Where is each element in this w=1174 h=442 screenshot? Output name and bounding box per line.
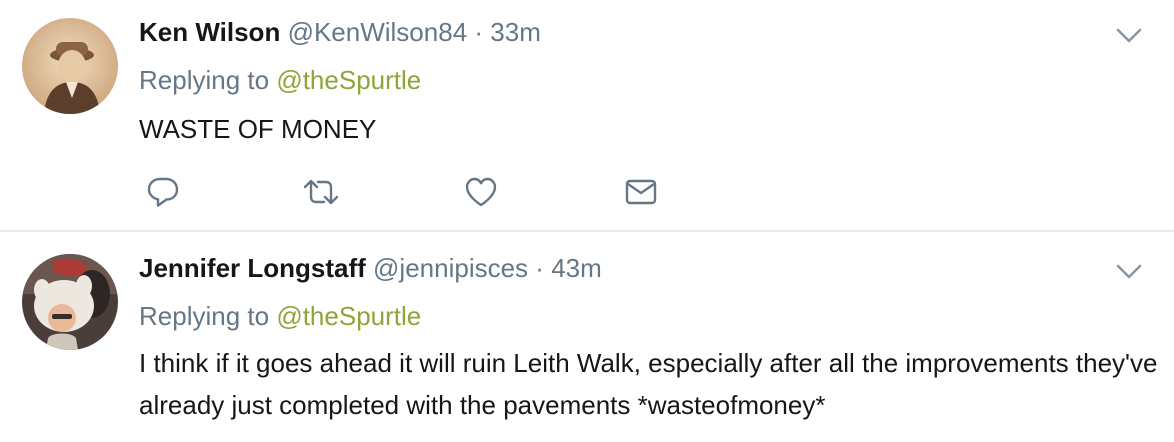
like-button[interactable] (461, 172, 501, 212)
avatar[interactable] (22, 18, 118, 114)
replying-to-mention[interactable]: @theSpurtle (276, 65, 421, 95)
retweet-button[interactable] (301, 172, 341, 212)
separator-dot: · (474, 17, 484, 47)
timestamp[interactable]: 43m (551, 253, 602, 283)
tweet-header: Jennifer Longstaff @jennipisces · 43m (139, 252, 602, 284)
avatar-photo (22, 254, 118, 350)
tweet-text: WASTE OF MONEY (139, 114, 377, 144)
envelope-icon (625, 179, 657, 205)
replying-to-line: Replying to @theSpurtle (139, 300, 421, 332)
separator-dot: · (535, 253, 544, 283)
replying-to-mention[interactable]: @theSpurtle (276, 301, 421, 331)
tweet-actions (139, 172, 699, 212)
replying-label: Replying to (139, 301, 270, 331)
avatar[interactable] (22, 254, 118, 350)
reply-button[interactable] (143, 172, 183, 212)
author-handle[interactable]: @KenWilson84 (288, 17, 468, 47)
retweet-icon (303, 179, 339, 205)
tweet[interactable]: Jennifer Longstaff @jennipisces · 43m Re… (0, 232, 1174, 442)
tweet-header: Ken Wilson @KenWilson84 · 33m (139, 16, 541, 48)
chevron-down-icon[interactable] (1114, 256, 1144, 286)
author-handle[interactable]: @jennipisces (373, 253, 528, 283)
author-name[interactable]: Ken Wilson (139, 17, 280, 47)
heart-icon (465, 177, 497, 207)
author-name[interactable]: Jennifer Longstaff (139, 253, 366, 283)
replying-label: Replying to (139, 65, 270, 95)
avatar-photo (22, 18, 118, 114)
tweet[interactable]: Ken Wilson @KenWilson84 · 33m Replying t… (0, 0, 1174, 232)
direct-message-button[interactable] (621, 172, 661, 212)
chevron-down-icon[interactable] (1114, 20, 1144, 50)
tweet-text: I think if it goes ahead it will ruin Le… (139, 348, 1158, 420)
reply-icon (147, 177, 179, 207)
timestamp[interactable]: 33m (490, 17, 541, 47)
replying-to-line: Replying to @theSpurtle (139, 64, 421, 96)
